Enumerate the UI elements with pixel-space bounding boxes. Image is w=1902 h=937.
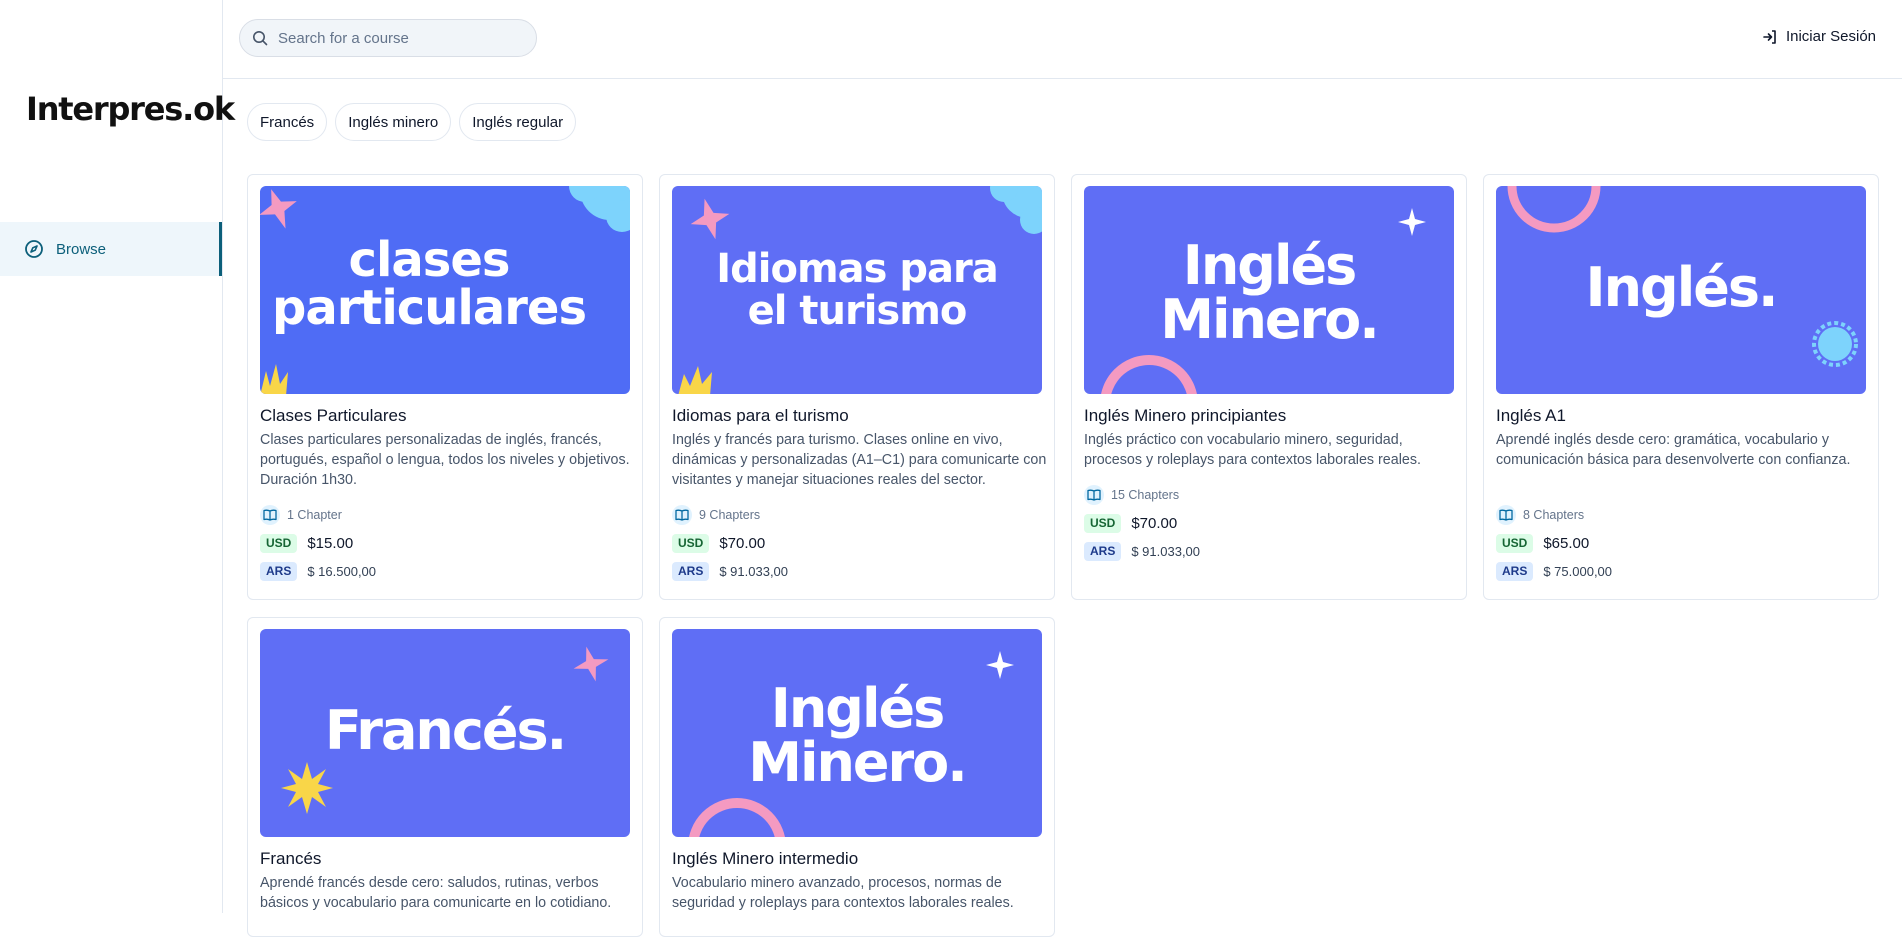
course-card[interactable]: Idiomas para el turismo Idiomas para el … [659, 174, 1055, 600]
course-card[interactable]: Inglés Minero. Inglés Minero principiant… [1071, 174, 1467, 600]
course-title: Idiomas para el turismo [672, 406, 849, 425]
usd-price-row: USD $15.00 [260, 534, 353, 553]
login-button[interactable]: Iniciar Sesión [1762, 28, 1876, 45]
currency-badge-usd: USD [1496, 534, 1534, 553]
thumbnail-text: Inglés. [1586, 256, 1777, 319]
course-card[interactable]: Inglés Minero. Inglés Minero intermedio … [659, 617, 1055, 937]
price-usd: $15.00 [307, 535, 354, 552]
course-card[interactable]: Francés. Francés Aprendé francés desde c… [247, 617, 643, 937]
course-title: Clases Particulares [260, 406, 407, 425]
chapter-count-text: 15 Chapters [1111, 488, 1180, 502]
compass-icon [24, 239, 44, 259]
chapter-count-text: 9 Chapters [699, 508, 761, 522]
currency-badge-ars: ARS [1496, 562, 1534, 581]
ars-price-row: ARS $ 16.500,00 [260, 562, 376, 581]
course-description: Clases particulares personalizadas de in… [260, 432, 630, 488]
book-icon [672, 505, 692, 525]
sidebar: Interpres.ok Browse [0, 0, 235, 913]
thumbnail-text: el turismo [748, 288, 967, 334]
search-input[interactable] [276, 28, 520, 48]
chapter-count: 15 Chapters [1084, 485, 1179, 505]
book-icon [260, 505, 280, 525]
chapter-count-text: 1 Chapter [287, 508, 342, 522]
thumbnail-text: Francés. [325, 699, 565, 762]
login-label: Iniciar Sesión [1785, 28, 1876, 45]
course-thumbnail: Francés. [260, 629, 630, 837]
price-ars: $ 91.033,00 [719, 564, 789, 579]
course-description: Aprendé francés desde cero: saludos, rut… [260, 875, 612, 911]
currency-badge-ars: ARS [260, 562, 298, 581]
course-thumbnail: Inglés Minero. [672, 629, 1042, 837]
chapter-count: 1 Chapter [260, 505, 342, 525]
usd-price-row: USD $65.00 [1496, 534, 1589, 553]
course-title: Inglés Minero principiantes [1084, 406, 1287, 425]
usd-price-row: USD $70.00 [672, 534, 765, 553]
currency-badge-usd: USD [672, 534, 710, 553]
currency-badge-usd: USD [1084, 514, 1122, 533]
chapter-count-text: 8 Chapters [1523, 508, 1585, 522]
usd-price-row: USD $70.00 [1084, 514, 1177, 533]
top-bar: Iniciar Sesión [223, 0, 1902, 79]
course-description: Inglés y francés para turismo. Clases on… [672, 432, 1047, 488]
thumbnail-text: Idiomas para [716, 246, 997, 292]
sidebar-item-label: Browse [56, 240, 107, 258]
price-usd: $65.00 [1543, 535, 1590, 552]
course-thumbnail: Inglés Minero. [1084, 186, 1454, 394]
sidebar-item-browse[interactable]: Browse [0, 222, 222, 276]
chapter-count: 9 Chapters [672, 505, 760, 525]
search-box[interactable] [239, 19, 537, 57]
book-icon [1084, 485, 1104, 505]
course-description: Vocabulario minero avanzado, procesos, n… [672, 875, 1014, 911]
course-thumbnail: clases particulares [260, 186, 630, 394]
currency-badge-ars: ARS [1084, 542, 1122, 561]
price-ars: $ 75.000,00 [1543, 564, 1613, 579]
course-title: Inglés Minero intermedio [672, 849, 859, 868]
book-icon [1496, 505, 1516, 525]
ars-price-row: ARS $ 75.000,00 [1496, 562, 1612, 581]
thumbnail-text: particulares [272, 280, 586, 336]
chapter-count: 8 Chapters [1496, 505, 1584, 525]
course-description: Aprendé inglés desde cero: gramática, vo… [1496, 432, 1851, 468]
course-thumbnail: Inglés. [1496, 186, 1866, 394]
category-chip-ingles-minero[interactable]: Inglés minero [335, 103, 452, 141]
course-title: Francés [260, 849, 322, 868]
price-usd: $70.00 [1131, 515, 1178, 532]
price-ars: $ 16.500,00 [307, 564, 377, 579]
log-in-icon [1762, 29, 1778, 45]
ars-price-row: ARS $ 91.033,00 [672, 562, 788, 581]
category-chip-frances[interactable]: Francés [247, 103, 328, 141]
thumbnail-text: Minero. [748, 731, 966, 794]
search-icon [252, 30, 268, 46]
thumbnail-text: Minero. [1160, 288, 1378, 351]
brand-logo[interactable]: Interpres.ok [26, 90, 235, 128]
currency-badge-ars: ARS [672, 562, 710, 581]
currency-badge-usd: USD [260, 534, 298, 553]
course-description: Inglés práctico con vocabulario minero, … [1084, 432, 1421, 468]
category-chip-ingles-regular[interactable]: Inglés regular [459, 103, 577, 141]
course-card[interactable]: clases particulares Clases Particulares … [247, 174, 643, 600]
category-filters: Francés Inglés minero Inglés regular [247, 103, 577, 141]
course-thumbnail: Idiomas para el turismo [672, 186, 1042, 394]
ars-price-row: ARS $ 91.033,00 [1084, 542, 1200, 561]
course-card[interactable]: Inglés. Inglés A1 Aprendé inglés desde c… [1483, 174, 1879, 600]
course-title: Inglés A1 [1496, 406, 1566, 425]
price-usd: $70.00 [719, 535, 766, 552]
price-ars: $ 91.033,00 [1131, 544, 1201, 559]
